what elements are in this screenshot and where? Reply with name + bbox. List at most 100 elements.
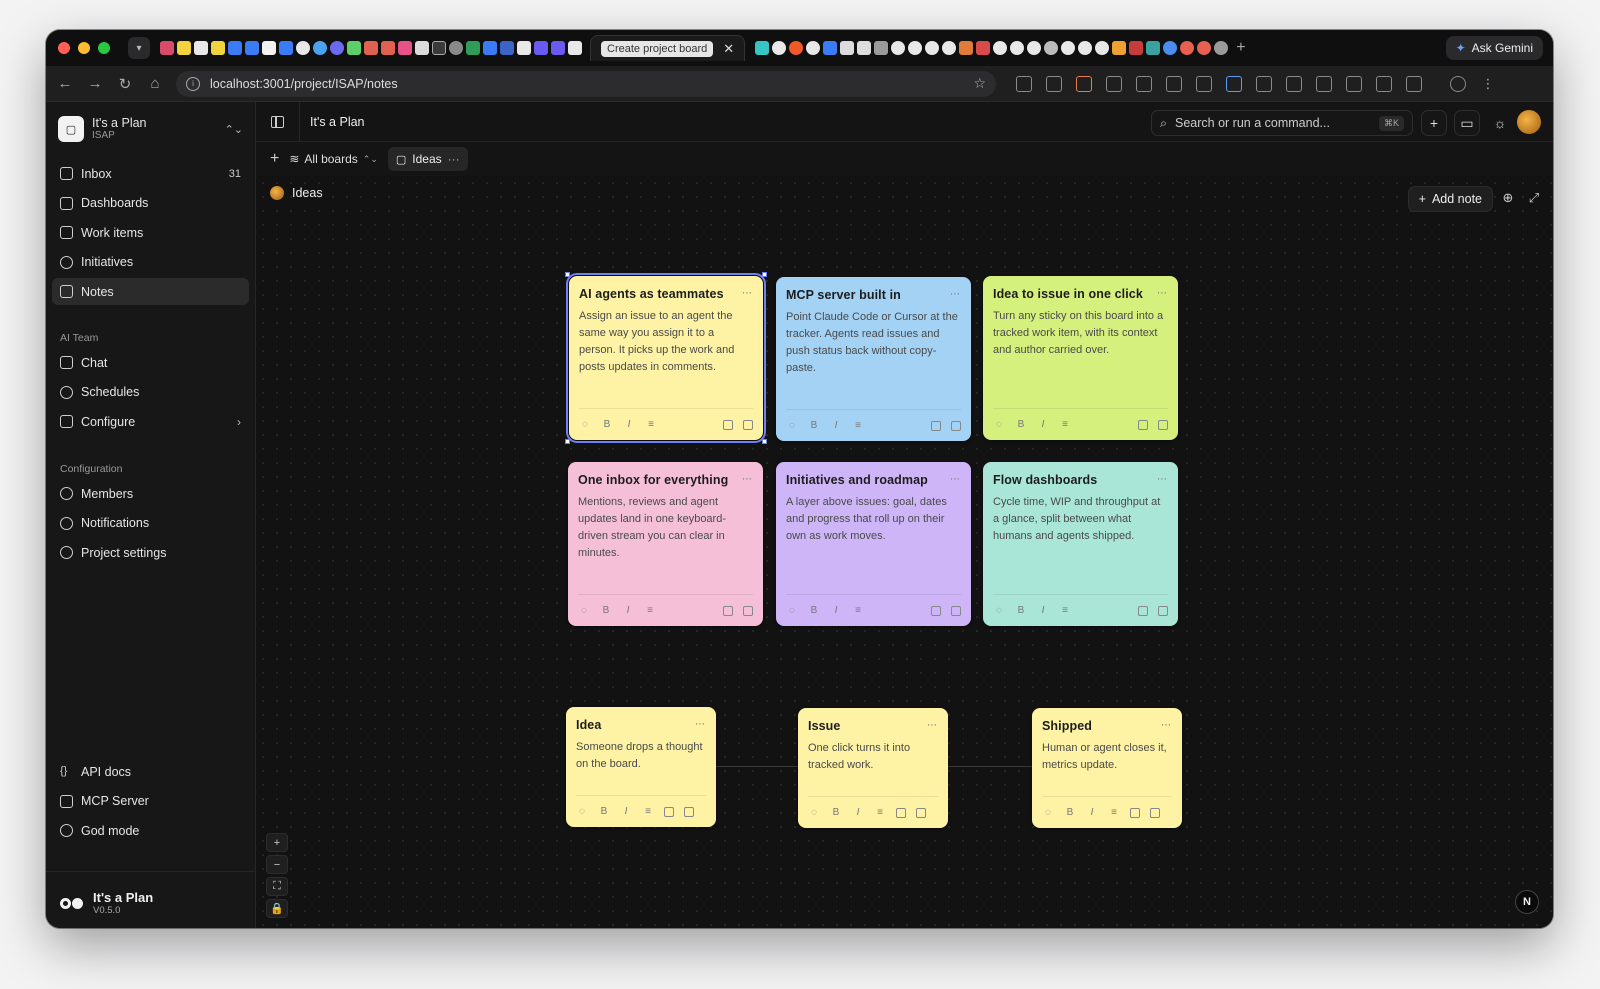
github-icon[interactable] bbox=[908, 41, 923, 55]
expand-icon[interactable]: ⤢ bbox=[1527, 191, 1541, 205]
command-search[interactable]: ⌕ Search or run a command... ⌘K bbox=[1151, 110, 1413, 136]
tab-favicon[interactable] bbox=[568, 41, 582, 55]
menu-kebab-icon[interactable]: ⋮ bbox=[1480, 76, 1496, 92]
code-icon[interactable] bbox=[1346, 75, 1362, 92]
tab-favicon[interactable] bbox=[347, 41, 361, 55]
drag-handle-icon[interactable]: ⋯ bbox=[742, 288, 752, 299]
globe-icon[interactable]: ⊕ bbox=[1501, 191, 1515, 205]
tab-favicon[interactable] bbox=[1197, 41, 1212, 55]
translate-icon[interactable] bbox=[1256, 75, 1272, 92]
tab-favicon[interactable] bbox=[262, 41, 276, 55]
bold-icon[interactable]: B bbox=[600, 605, 612, 616]
next-dev-indicator-badge[interactable]: N bbox=[1515, 890, 1539, 914]
maximize-window-button[interactable] bbox=[98, 42, 110, 54]
sidebar-item-configure[interactable]: Configure › bbox=[52, 408, 249, 435]
tab-favicon[interactable] bbox=[415, 41, 429, 55]
convert-to-issue-icon[interactable] bbox=[931, 605, 941, 616]
github-icon[interactable] bbox=[806, 41, 821, 55]
tab-favicon[interactable] bbox=[500, 41, 514, 55]
resize-handle[interactable] bbox=[565, 439, 570, 444]
list-icon[interactable]: ≡ bbox=[645, 419, 657, 430]
extension-icon[interactable] bbox=[1076, 75, 1092, 92]
bold-icon[interactable]: B bbox=[601, 419, 613, 430]
sidebar-item-api-docs[interactable]: {} API docs bbox=[52, 758, 249, 785]
close-window-button[interactable] bbox=[58, 42, 70, 54]
convert-to-issue-icon[interactable] bbox=[723, 419, 733, 430]
list-icon[interactable]: ≡ bbox=[874, 807, 886, 818]
tab-favicon[interactable] bbox=[1044, 41, 1059, 55]
sidebar-item-mcp-server[interactable]: MCP Server bbox=[52, 788, 249, 815]
extension-icon[interactable] bbox=[1046, 75, 1062, 92]
tab-favicon[interactable] bbox=[160, 41, 174, 55]
bold-icon[interactable]: B bbox=[1015, 605, 1027, 616]
tab-favicon[interactable] bbox=[1010, 41, 1025, 55]
minimize-window-button[interactable] bbox=[78, 42, 90, 54]
github-icon[interactable] bbox=[772, 41, 787, 55]
sticky-note[interactable]: AI agents as teammates Assign an issue t… bbox=[565, 272, 767, 444]
resize-handle[interactable] bbox=[762, 439, 767, 444]
trash-icon[interactable] bbox=[951, 605, 961, 616]
bold-icon[interactable]: B bbox=[808, 605, 820, 616]
sidebar-item-chat[interactable]: Chat bbox=[52, 349, 249, 376]
tab-favicon[interactable] bbox=[177, 41, 191, 55]
italic-icon[interactable]: I bbox=[1086, 807, 1098, 818]
workspace-switcher[interactable]: ▢ It's a Plan ISAP ⌃⌄ bbox=[58, 114, 243, 144]
sidebar-item-notes[interactable]: Notes bbox=[52, 278, 249, 305]
tab-favicon[interactable] bbox=[976, 41, 991, 55]
convert-to-issue-icon[interactable] bbox=[896, 807, 906, 818]
reload-icon[interactable]: ↻ bbox=[110, 75, 140, 93]
drag-handle-icon[interactable]: ⋯ bbox=[1157, 474, 1167, 485]
tab-favicon[interactable] bbox=[432, 41, 446, 55]
sidebar-item-inbox[interactable]: Inbox 31 bbox=[52, 160, 249, 187]
palette-icon[interactable]: ◌ bbox=[576, 806, 588, 817]
resize-handle[interactable] bbox=[762, 272, 767, 277]
tab-favicon[interactable] bbox=[483, 41, 497, 55]
github-icon[interactable] bbox=[1027, 41, 1042, 55]
ask-gemini-button[interactable]: ✦ Ask Gemini bbox=[1445, 36, 1543, 60]
bold-icon[interactable]: B bbox=[598, 806, 610, 817]
sticky-note[interactable]: Shipped Human or agent closes it, metric… bbox=[1032, 708, 1182, 828]
list-icon[interactable]: ≡ bbox=[852, 420, 864, 431]
bold-icon[interactable]: B bbox=[808, 420, 820, 431]
tab-favicon[interactable] bbox=[1129, 41, 1144, 55]
palette-icon[interactable]: ◌ bbox=[993, 419, 1005, 430]
puzzle-icon[interactable] bbox=[1166, 75, 1182, 92]
user-avatar[interactable] bbox=[1517, 110, 1541, 134]
tab-favicon[interactable] bbox=[1112, 41, 1127, 55]
tab-favicon[interactable] bbox=[211, 41, 225, 55]
active-tab[interactable]: Create project board ✕ bbox=[590, 35, 746, 61]
convert-to-issue-icon[interactable] bbox=[664, 806, 674, 817]
convert-to-issue-icon[interactable] bbox=[723, 605, 733, 616]
drag-handle-icon[interactable]: ⋯ bbox=[950, 289, 960, 300]
drag-handle-icon[interactable]: ⋯ bbox=[695, 719, 705, 730]
tab-favicon[interactable] bbox=[466, 41, 480, 55]
list-icon[interactable]: ≡ bbox=[1059, 419, 1071, 430]
convert-to-issue-icon[interactable] bbox=[1138, 419, 1148, 430]
github-icon[interactable] bbox=[891, 41, 906, 55]
bold-icon[interactable]: B bbox=[1015, 419, 1027, 430]
site-info-icon[interactable]: i bbox=[186, 76, 200, 91]
tab-favicon[interactable] bbox=[959, 41, 974, 55]
github-icon[interactable] bbox=[942, 41, 957, 55]
trash-icon[interactable] bbox=[1158, 419, 1168, 430]
sticky-note[interactable]: Idea Someone drops a thought on the boar… bbox=[566, 707, 716, 827]
extension-icon[interactable] bbox=[1016, 75, 1032, 92]
tab-favicon[interactable] bbox=[194, 41, 208, 55]
trash-icon[interactable] bbox=[951, 420, 961, 431]
close-tab-icon[interactable]: ✕ bbox=[723, 41, 734, 57]
sticky-note[interactable]: MCP server built in Point Claude Code or… bbox=[776, 277, 971, 441]
lock-icon[interactable]: 🔒 bbox=[266, 899, 288, 918]
italic-icon[interactable]: I bbox=[620, 806, 632, 817]
forward-icon[interactable]: → bbox=[80, 75, 110, 92]
italic-icon[interactable]: I bbox=[623, 419, 635, 430]
bold-icon[interactable]: B bbox=[1064, 807, 1076, 818]
tab-favicon[interactable] bbox=[551, 41, 565, 55]
trash-icon[interactable] bbox=[916, 807, 926, 818]
italic-icon[interactable]: I bbox=[1037, 605, 1049, 616]
new-tab-icon[interactable]: + bbox=[1236, 39, 1245, 57]
list-icon[interactable]: ≡ bbox=[642, 806, 654, 817]
extension-icon[interactable] bbox=[1226, 75, 1242, 92]
chat-toggle-button[interactable]: ▭ bbox=[1454, 110, 1480, 136]
palette-icon[interactable]: ◌ bbox=[993, 605, 1005, 616]
tab-search-chevron-icon[interactable]: ▾ bbox=[128, 37, 150, 59]
